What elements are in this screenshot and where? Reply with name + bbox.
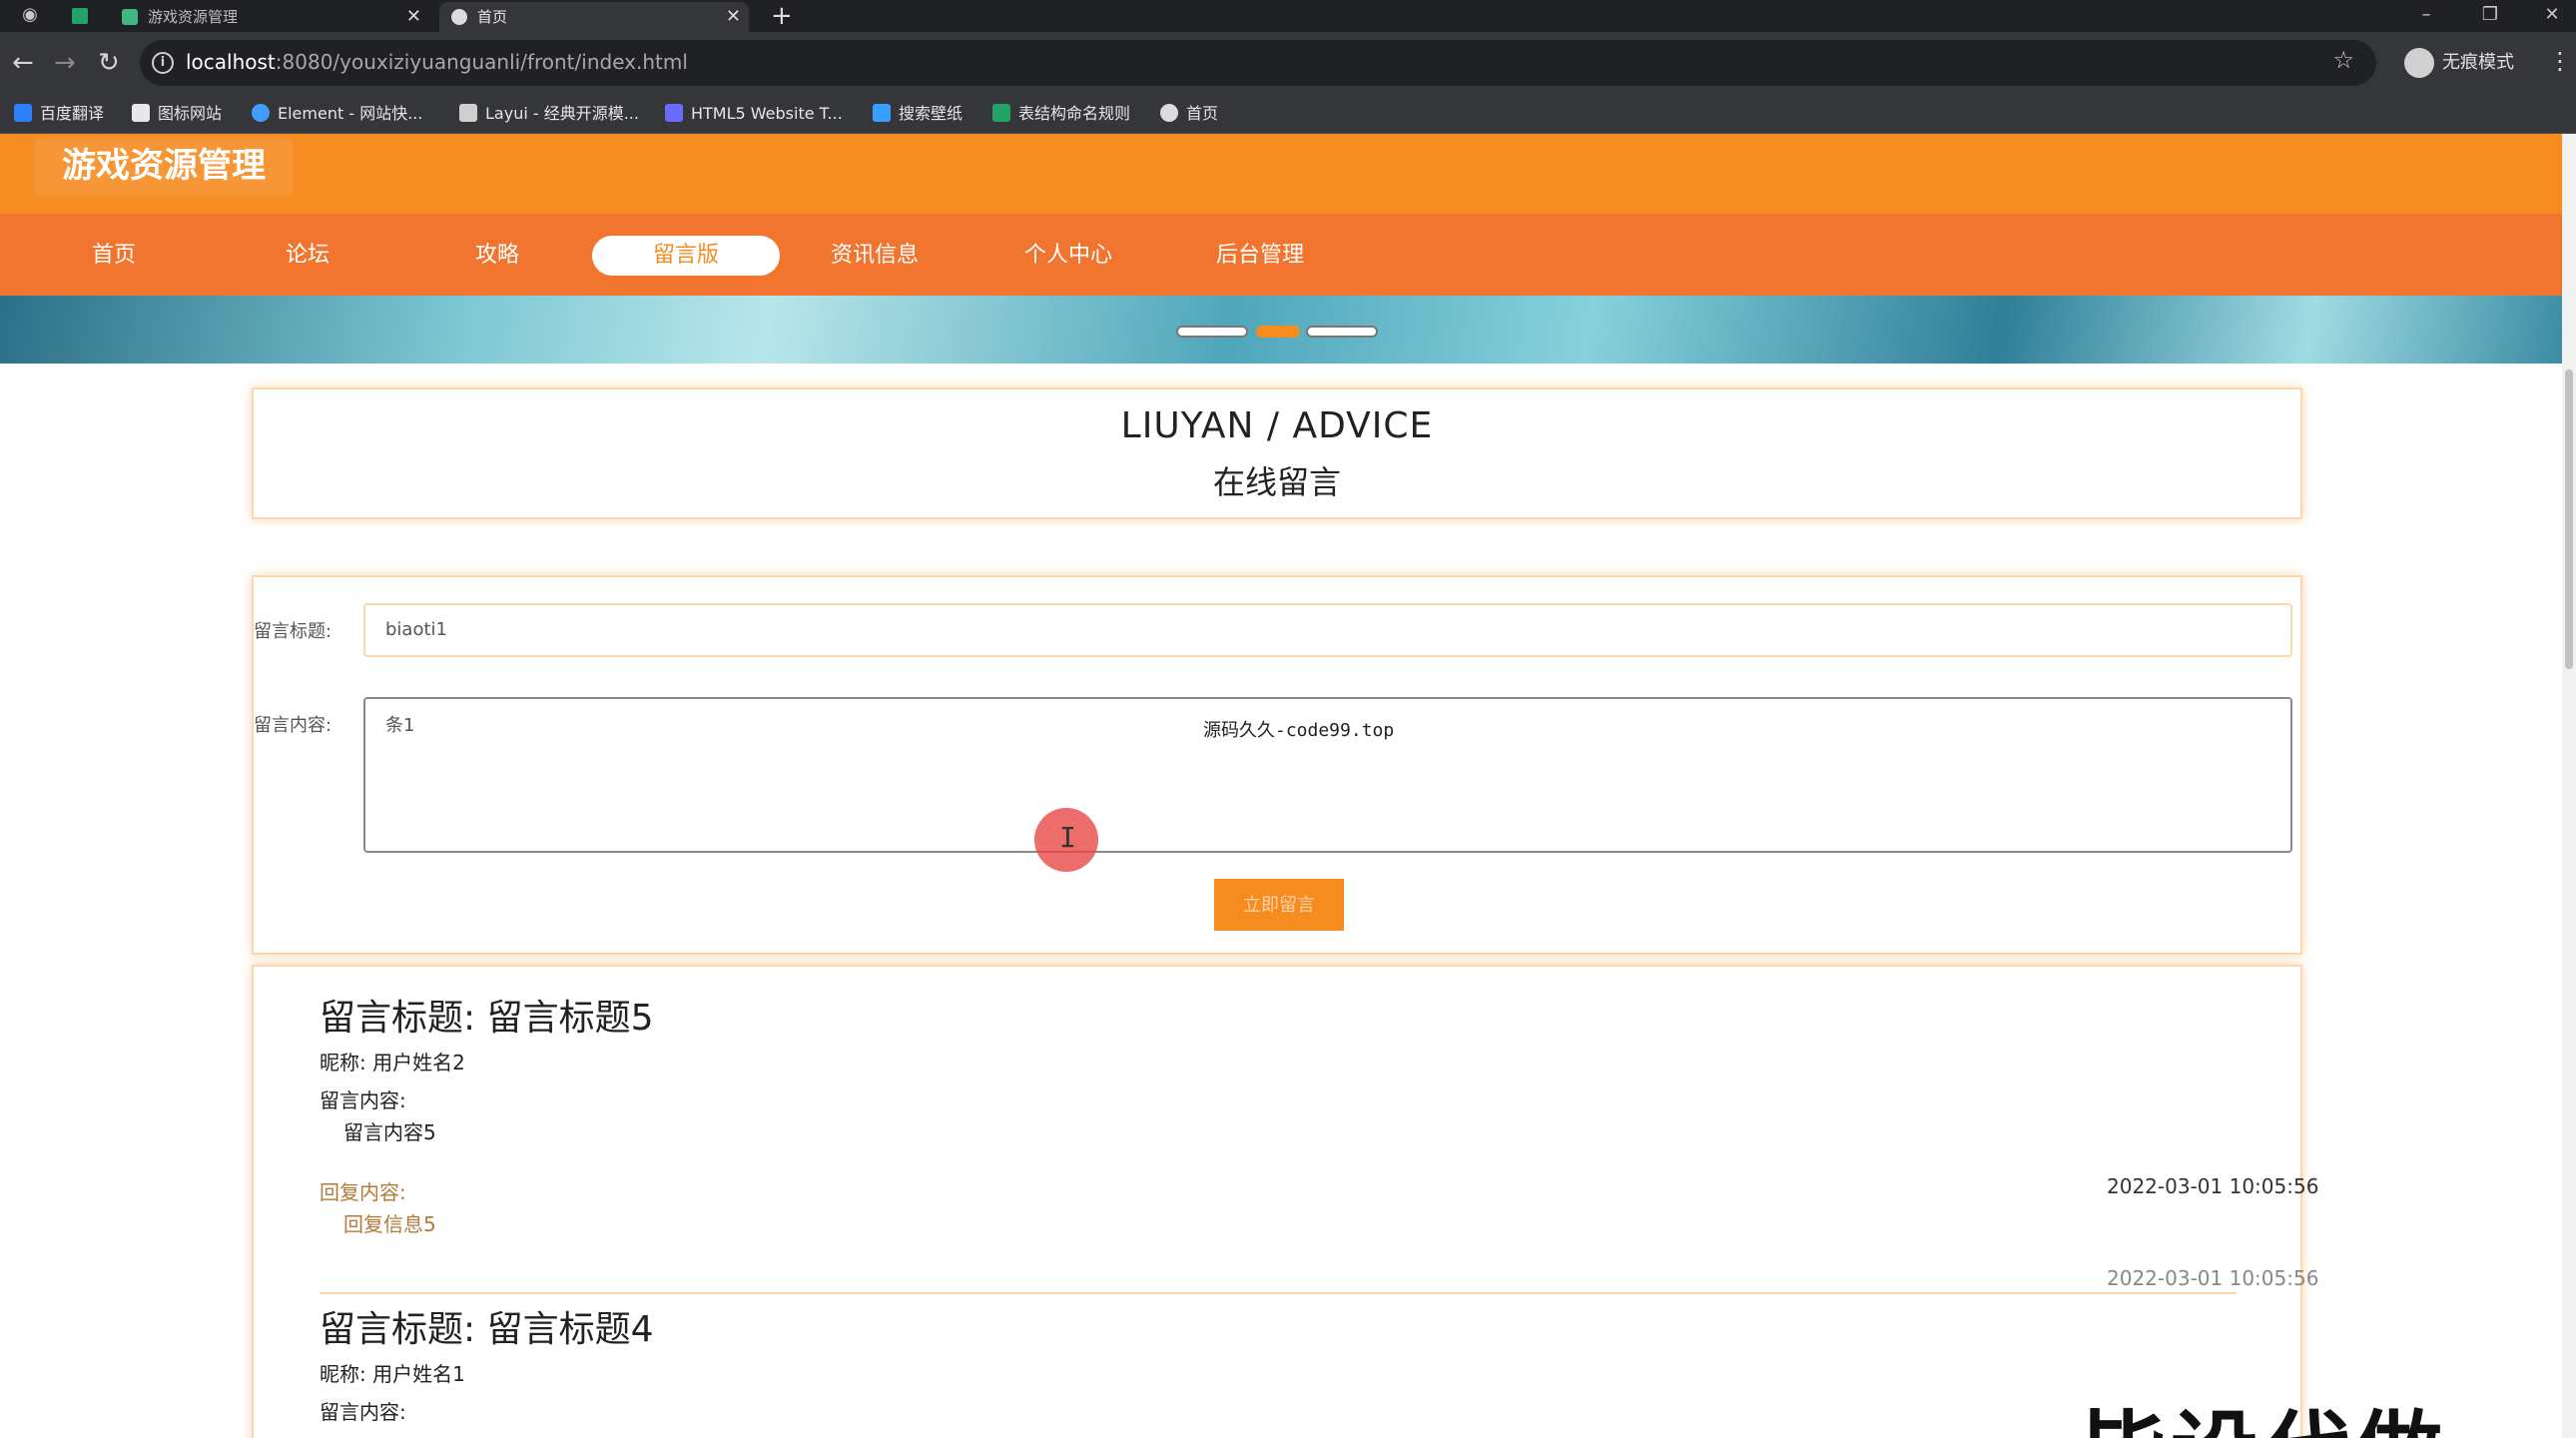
carousel-dot-active[interactable]	[1256, 326, 1300, 338]
section-title-card: LIUYAN / ADVICE 在线留言	[252, 387, 2302, 519]
nav-item-profile[interactable]: 个人中心	[1024, 236, 1112, 276]
banner-carousel	[0, 296, 2562, 363]
site-nav: 首页 论坛 攻略 留言版 资讯信息 个人中心 后台管理	[0, 214, 2562, 296]
message-nickname: 昵称: 用户姓名1	[320, 1362, 465, 1386]
bookmark-item[interactable]: HTML5 Website T...	[665, 103, 843, 125]
bookmark-label: 百度翻译	[40, 104, 105, 123]
message-content-label: 留言内容:	[320, 1088, 406, 1112]
bookmark-label: HTML5 Website T...	[691, 104, 843, 123]
url-text: localhost:8080/youxiziyuanguanli/front/i…	[186, 50, 688, 74]
nav-item-message-board[interactable]: 留言版	[592, 236, 780, 276]
forward-icon[interactable]: →	[54, 46, 76, 80]
message-divider	[320, 1292, 2237, 1294]
incognito-icon	[2404, 48, 2434, 78]
url-host: localhost	[186, 50, 276, 74]
title-input[interactable]: biaoti1	[363, 603, 2292, 657]
nav-item-home[interactable]: 首页	[92, 236, 136, 276]
incognito-indicator[interactable]: 无痕模式	[2404, 46, 2514, 80]
minimize-icon[interactable]: –	[2416, 0, 2436, 32]
reply-content: 回复信息5	[343, 1212, 436, 1236]
carousel-dot[interactable]	[1176, 326, 1248, 338]
message-title: 留言标题: 留言标题5	[320, 998, 654, 1039]
message-item: 留言标题: 留言标题5 昵称: 用户姓名2 留言内容: 留言内容5 2022-0…	[320, 989, 2318, 1294]
bookmark-item[interactable]: 表结构命名规则	[992, 103, 1130, 125]
message-title: 留言标题: 留言标题4	[320, 1309, 654, 1350]
content-label: 留言内容:	[254, 715, 332, 736]
chrome-icon[interactable]: ◉	[20, 0, 40, 32]
bookmarks-bar: 百度翻译 图标网站 Element - 网站快... Layui - 经典开源模…	[0, 94, 2576, 134]
close-window-icon[interactable]: ✕	[2542, 0, 2562, 32]
bookmark-item[interactable]: Layui - 经典开源模...	[459, 103, 639, 125]
scrollbar[interactable]	[2562, 134, 2576, 1438]
bookmark-item[interactable]: 百度翻译	[14, 103, 104, 125]
menu-icon[interactable]: ⋮	[2548, 46, 2572, 76]
section-title-en: LIUYAN / ADVICE	[1120, 405, 1434, 446]
browser-tab-bar: ◉ 游戏资源管理 ✕ 首页 ✕ + – ❐ ✕	[0, 0, 2576, 32]
bookmark-item[interactable]: 图标网站	[132, 103, 222, 125]
text-cursor-icon: I	[1059, 821, 1076, 854]
bookmark-label: Layui - 经典开源模...	[485, 104, 639, 123]
info-icon[interactable]: i	[152, 52, 174, 74]
restore-icon[interactable]: ❐	[2480, 0, 2500, 32]
bookmark-label: 搜索壁纸	[899, 104, 964, 123]
message-content: 留言内容5	[343, 1120, 436, 1144]
reply-time: 2022-03-01 10:05:56	[2107, 1266, 2319, 1290]
star-icon[interactable]: ☆	[2332, 46, 2354, 74]
tab-title: 首页	[477, 8, 508, 26]
watermark-text: 源码久久-code99.top	[1203, 720, 1395, 741]
title-label: 留言标题:	[254, 621, 332, 642]
message-list: 留言标题: 留言标题5 昵称: 用户姓名2 留言内容: 留言内容5 2022-0…	[252, 965, 2318, 1438]
scroll-thumb[interactable]	[2565, 369, 2573, 669]
reply-label: 回复内容:	[320, 1180, 406, 1204]
message-form: 留言标题: biaoti1 留言内容: 条1 立即留言	[252, 575, 2302, 955]
tab-title: 游戏资源管理	[148, 8, 239, 26]
sheet-icon[interactable]	[70, 0, 90, 32]
tab-home[interactable]: 首页 ✕	[439, 2, 749, 32]
section-title-cn: 在线留言	[1212, 463, 1341, 501]
nav-item-guide[interactable]: 攻略	[475, 236, 519, 276]
bookmark-label: 首页	[1186, 104, 1219, 123]
url-input[interactable]: i localhost:8080/youxiziyuanguanli/front…	[140, 40, 2376, 86]
nav-item-admin[interactable]: 后台管理	[1216, 236, 1304, 276]
submit-button[interactable]: 立即留言	[1214, 879, 1344, 931]
bookmark-item[interactable]: 首页	[1160, 103, 1218, 125]
vue-icon	[122, 9, 138, 25]
nav-item-forum[interactable]: 论坛	[286, 236, 329, 276]
message-nickname: 昵称: 用户姓名2	[320, 1051, 465, 1075]
bookmark-label: 图标网站	[158, 104, 223, 123]
address-bar: ← → ↻ i localhost:8080/youxiziyuanguanli…	[0, 32, 2576, 94]
site-header: 游戏资源管理	[0, 134, 2562, 214]
close-icon[interactable]: ✕	[406, 2, 421, 32]
page-viewport: 游戏资源管理 首页 论坛 攻略 留言版 资讯信息 个人中心 后台管理 LIUYA…	[0, 134, 2576, 1438]
url-path: :8080/youxiziyuanguanli/front/index.html	[275, 50, 688, 74]
close-icon[interactable]: ✕	[726, 2, 741, 32]
message-item: 留言标题: 留言标题4 昵称: 用户姓名1 留言内容:	[320, 1300, 2237, 1438]
bookmark-item[interactable]: 搜索壁纸	[873, 103, 963, 125]
globe-icon	[451, 9, 467, 25]
back-icon[interactable]: ←	[12, 46, 34, 80]
bookmark-item[interactable]: Element - 网站快...	[252, 103, 422, 125]
message-time: 2022-03-01 10:05:56	[2107, 1174, 2319, 1198]
carousel-dot[interactable]	[1306, 326, 1378, 338]
reload-icon[interactable]: ↻	[98, 46, 120, 80]
message-content-label: 留言内容:	[320, 1400, 406, 1424]
bookmark-label: Element - 网站快...	[278, 104, 423, 123]
site-title[interactable]: 游戏资源管理	[36, 140, 292, 194]
tab-game-resource[interactable]: 游戏资源管理 ✕	[110, 2, 429, 32]
new-tab-icon[interactable]: +	[771, 2, 793, 30]
nav-item-news[interactable]: 资讯信息	[831, 236, 919, 276]
incognito-label: 无痕模式	[2442, 52, 2514, 73]
overlay-watermark: 毕设代做	[2079, 1382, 2446, 1438]
bookmark-label: 表结构命名规则	[1018, 104, 1131, 123]
